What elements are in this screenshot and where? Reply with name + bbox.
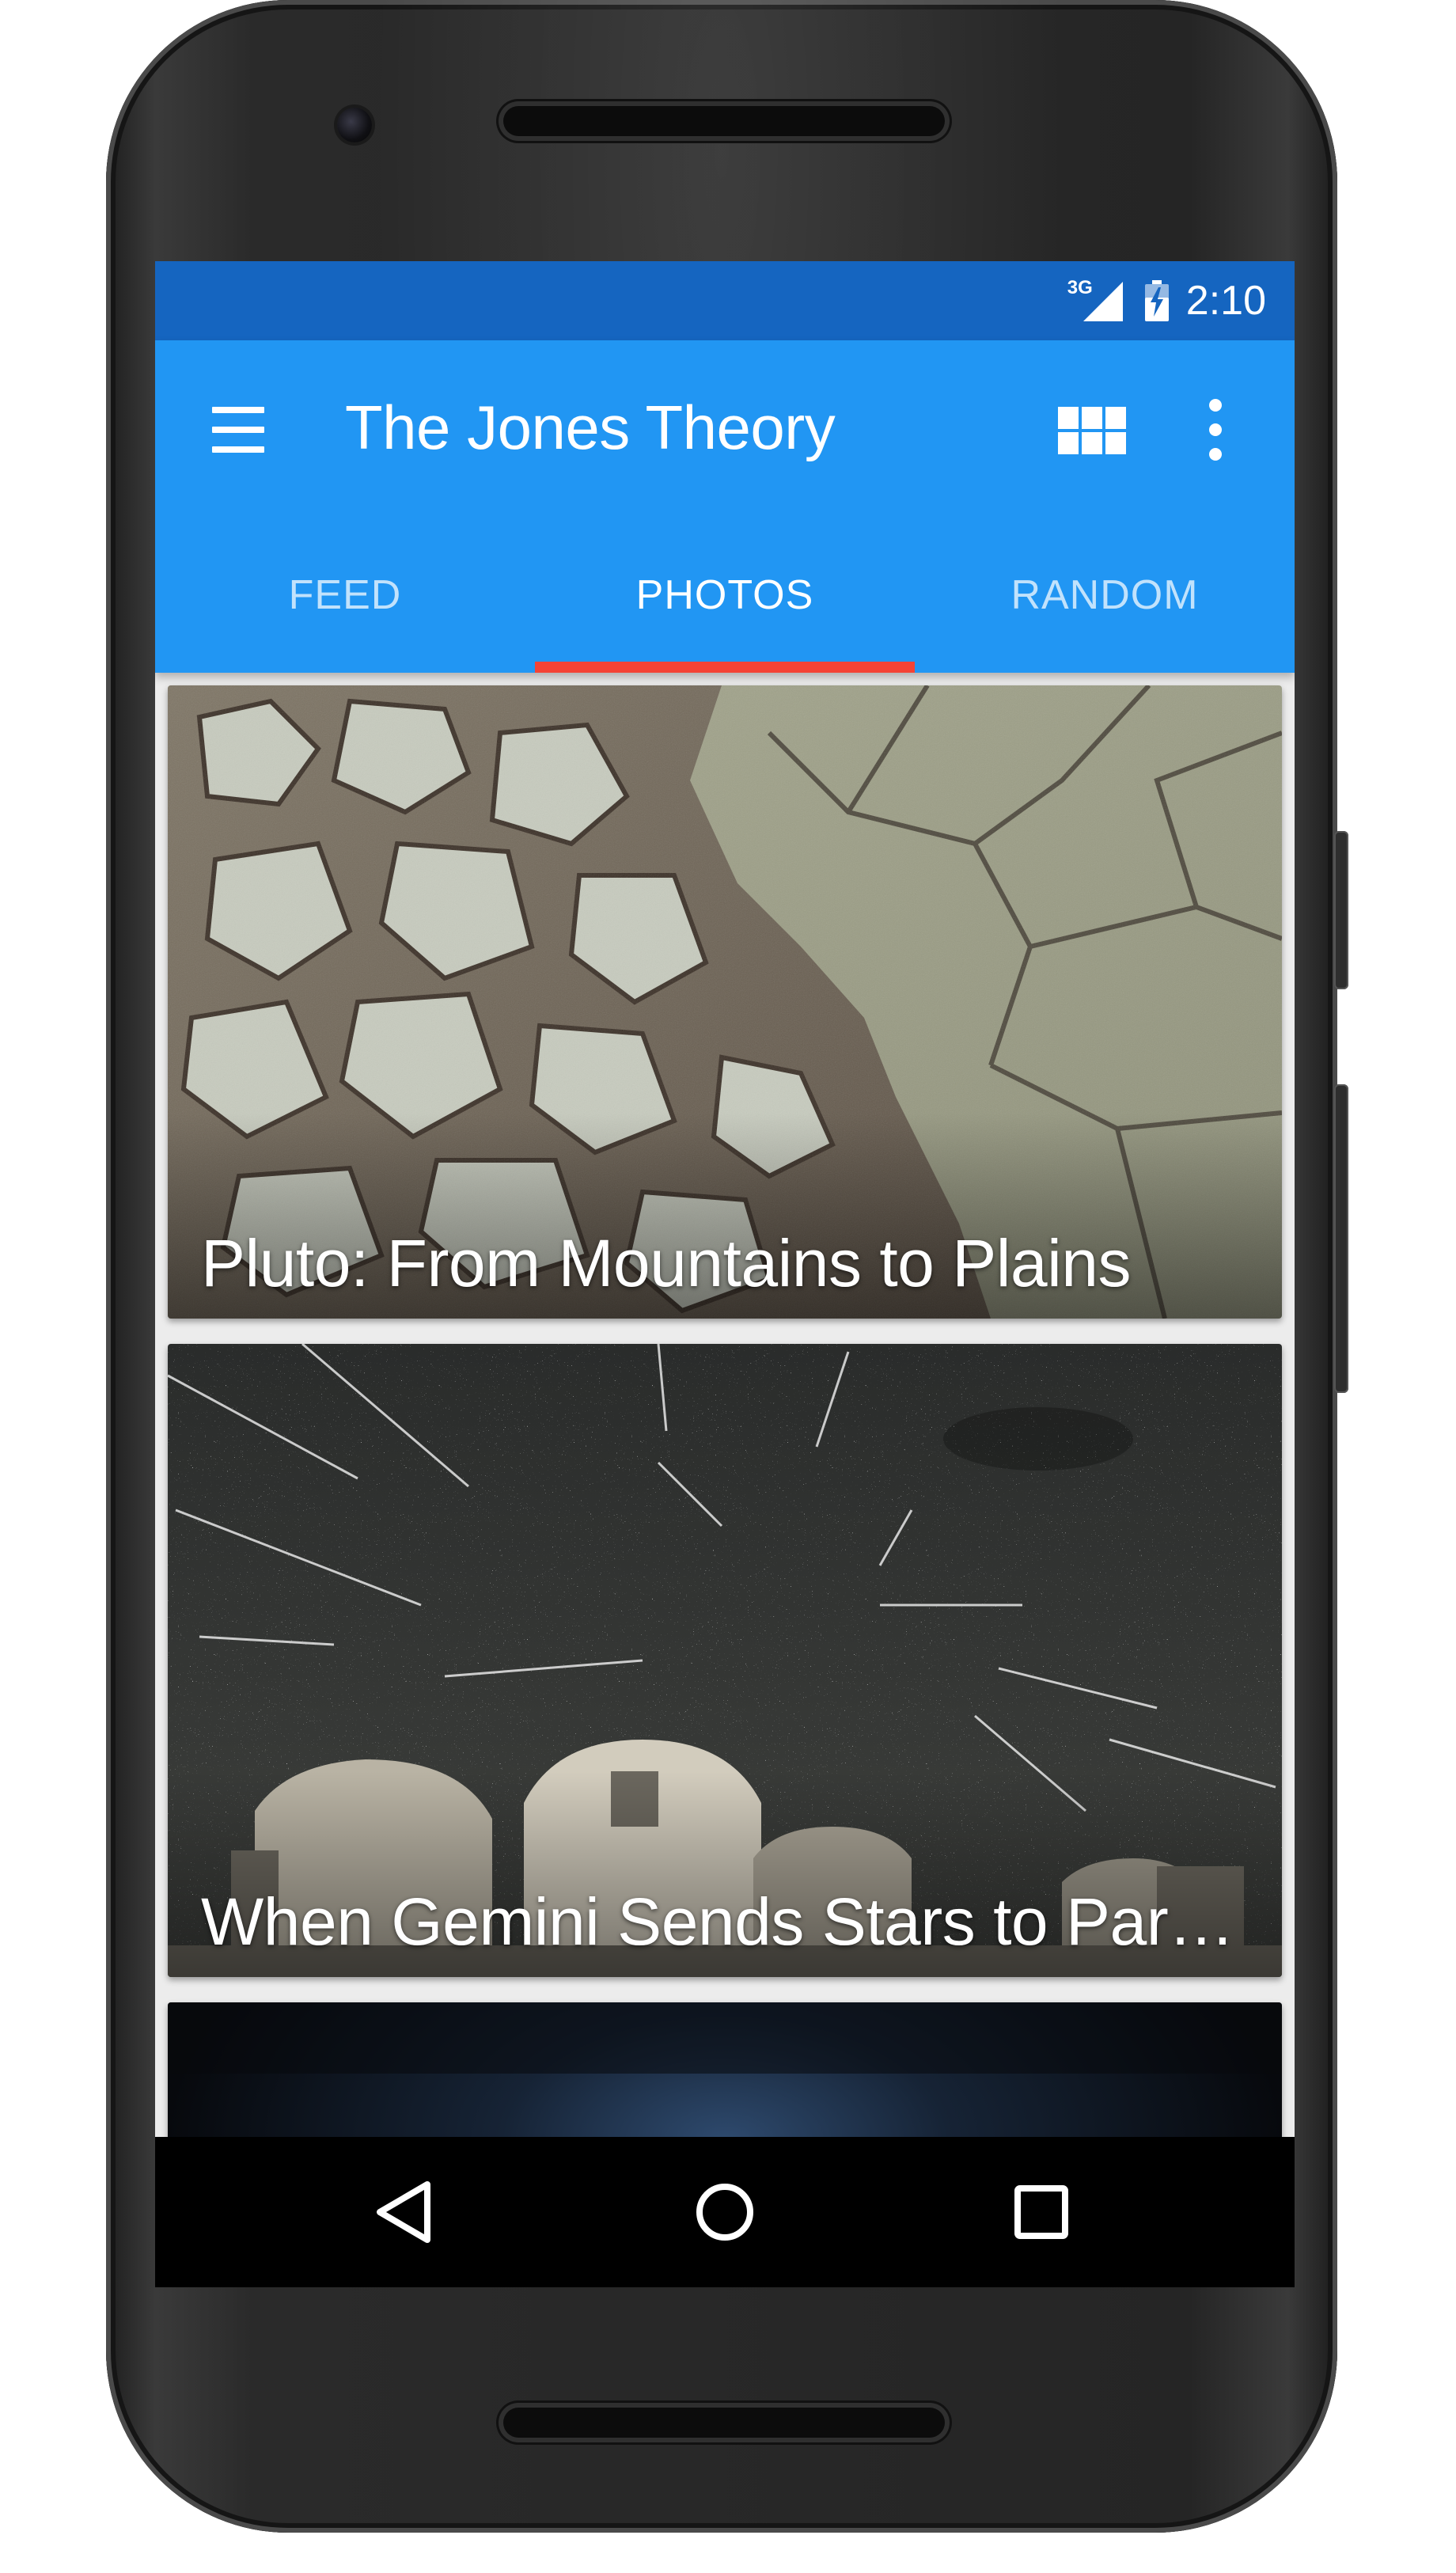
tab-photos[interactable]: PHOTOS (535, 518, 915, 673)
photo-caption: When Gemini Sends Stars to Par… (201, 1884, 1234, 1959)
photo-caption: Pluto: From Mountains to Plains (201, 1226, 1132, 1300)
recents-square-icon[interactable] (998, 2169, 1085, 2256)
app-title: The Jones Theory (345, 393, 836, 462)
navigation-bar (155, 2137, 1295, 2287)
hamburger-menu-icon[interactable] (203, 404, 274, 456)
front-camera (337, 108, 372, 142)
bottom-speaker (499, 2403, 950, 2442)
tab-feed-label: FEED (288, 572, 402, 618)
battery-charging-icon (1144, 280, 1169, 321)
photo-card[interactable]: When Gemini Sends Stars to Par… (168, 1344, 1282, 1977)
tab-photos-label: PHOTOS (635, 572, 814, 618)
photo-list: Pluto: From Mountains to Plains When Gem… (155, 673, 1295, 2287)
signal-icon: 3G (1067, 277, 1128, 324)
tab-indicator (535, 662, 915, 673)
home-circle-icon[interactable] (681, 2169, 768, 2256)
power-button (1334, 831, 1348, 989)
tab-bar: FEED PHOTOS RANDOM (155, 518, 1295, 673)
photo-card[interactable]: Pluto: From Mountains to Plains (168, 685, 1282, 1319)
status-bar: 3G 2:10 (155, 261, 1295, 340)
earpiece-speaker (499, 101, 950, 141)
back-triangle-icon[interactable] (361, 2169, 448, 2256)
volume-button (1334, 1084, 1348, 1393)
status-clock: 2:10 (1185, 278, 1266, 324)
tab-random-label: RANDOM (1010, 572, 1199, 618)
network-type: 3G (1067, 277, 1093, 298)
app-bar: The Jones Theory FEED PHOTOS RANDOM (155, 340, 1295, 673)
tab-feed[interactable]: FEED (155, 518, 535, 673)
screen: 3G 2:10 The Jones Theory FEED PHOTOS RAN… (155, 261, 1295, 2287)
more-vert-icon[interactable] (1184, 394, 1247, 465)
tab-random[interactable]: RANDOM (915, 518, 1295, 673)
grid-view-icon[interactable] (1053, 404, 1132, 459)
toolbar: The Jones Theory (155, 340, 1295, 518)
